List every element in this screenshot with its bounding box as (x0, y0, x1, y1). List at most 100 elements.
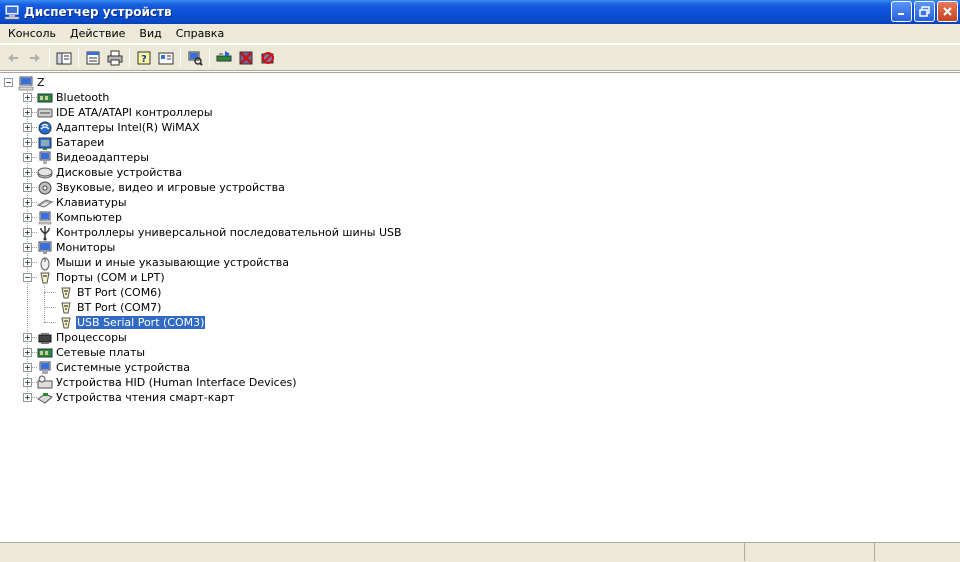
tree-category-item[interactable]: + Адаптеры Intel(R) WiMAX (20, 120, 201, 135)
update-driver-button[interactable] (213, 47, 235, 69)
tree-category-item[interactable]: + Батареи (20, 135, 105, 150)
keyboard-icon (37, 198, 53, 208)
tree-category-item[interactable]: + Процессоры (20, 330, 128, 345)
expand-icon[interactable]: + (23, 348, 32, 357)
tree-device-item-selected[interactable]: USB Serial Port (COM3) (58, 315, 206, 330)
expand-icon[interactable]: + (23, 138, 32, 147)
expand-icon[interactable]: + (23, 93, 32, 102)
tree-connector-line (44, 282, 45, 322)
status-bar (0, 542, 960, 562)
expand-icon[interactable]: + (23, 393, 32, 402)
tree-category-item[interactable]: + Клавиатуры (20, 195, 128, 210)
tree-category-item[interactable]: + Системные устройства (20, 360, 191, 375)
tree-category-item[interactable]: − Порты (COM и LPT) (20, 270, 166, 285)
expand-icon[interactable]: + (23, 168, 32, 177)
properties-button[interactable] (82, 47, 104, 69)
tree-category-label: Звуковые, видео и игровые устройства (56, 181, 285, 194)
expand-icon[interactable]: + (23, 213, 32, 222)
tree-connector-line (32, 382, 37, 383)
tree-category-label: Контроллеры универсальной последовательн… (56, 226, 402, 239)
tree-connector-line (32, 277, 37, 278)
serial-port-icon (61, 287, 71, 298)
disable-device-button[interactable] (235, 47, 257, 69)
expand-icon[interactable]: + (23, 183, 32, 192)
console-tree-icon (56, 52, 72, 64)
expand-icon[interactable]: + (23, 243, 32, 252)
tree-connector-line (32, 262, 37, 263)
tree-category-label: Мыши и иные указывающие устройства (56, 256, 290, 269)
tree-connector-line (32, 172, 37, 173)
expand-icon[interactable]: + (23, 228, 32, 237)
expand-icon[interactable]: + (23, 198, 32, 207)
tree-category-item[interactable]: + Устройства HID (Human Interface Devices… (20, 375, 298, 390)
tree-category-item[interactable]: + Контроллеры универсальной последователь… (20, 225, 403, 240)
usb-controller-icon (40, 225, 50, 240)
tree-category-item[interactable]: + Сетевые платы (20, 345, 146, 360)
tree-category-label: Процессоры (56, 331, 127, 344)
tree-root[interactable]: − Z (4, 75, 46, 90)
tree-category-item[interactable]: + Дисковые устройства (20, 165, 183, 180)
expand-icon[interactable]: + (23, 123, 32, 132)
expand-icon[interactable]: + (23, 153, 32, 162)
close-button[interactable] (937, 1, 958, 22)
menu-action[interactable]: Действие (63, 24, 132, 44)
tree-category-label: Адаптеры Intel(R) WiMAX (56, 121, 200, 134)
tree-category-item[interactable]: + Устройства чтения смарт-карт (20, 390, 236, 405)
expand-icon[interactable]: + (23, 258, 32, 267)
tree-category-label: Батареи (56, 136, 105, 149)
tree-connector-line (44, 307, 56, 308)
menu-help[interactable]: Справка (169, 24, 231, 44)
view-button[interactable] (155, 47, 177, 69)
status-pane (745, 543, 875, 561)
tree-category-label: Устройства HID (Human Interface Devices) (56, 376, 297, 389)
tree-category-item[interactable]: + Bluetooth (20, 90, 110, 105)
expand-icon[interactable]: + (23, 333, 32, 342)
tree-connector-line (32, 397, 37, 398)
collapse-icon[interactable]: − (23, 273, 32, 282)
uninstall-device-icon (261, 51, 274, 64)
tree-connector-line (32, 112, 37, 113)
bluetooth-icon (37, 93, 53, 102)
print-button[interactable] (104, 47, 126, 69)
scan-hardware-button[interactable] (184, 47, 206, 69)
collapse-icon[interactable]: − (4, 78, 13, 87)
device-tree[interactable]: − Z BT Port (COM6) BT Port (COM7) USB Se… (0, 72, 960, 542)
tree-category-item[interactable]: + Мониторы (20, 240, 116, 255)
tree-connector-line (32, 247, 37, 248)
device-manager-icon (4, 5, 20, 20)
device-label: BT Port (COM6) (77, 286, 162, 299)
tree-category-label: Компьютер (56, 211, 122, 224)
back-button[interactable] (2, 47, 24, 69)
menu-view[interactable]: Вид (132, 24, 168, 44)
menu-console[interactable]: Консоль (0, 24, 63, 44)
battery-icon (38, 137, 52, 150)
title-bar[interactable]: Диспетчер устройств (0, 0, 960, 24)
tree-connector-line (32, 187, 37, 188)
tree-connector-line (32, 217, 37, 218)
maximize-button[interactable] (914, 1, 935, 22)
tree-category-label: Мониторы (56, 241, 116, 254)
toolbar-separator (180, 48, 181, 67)
sound-device-icon (38, 181, 52, 194)
forward-button[interactable] (24, 47, 46, 69)
console-tree-button[interactable] (53, 47, 75, 69)
tree-category-item[interactable]: + Видеоадаптеры (20, 150, 150, 165)
uninstall-device-button[interactable] (257, 47, 279, 69)
tree-device-item[interactable]: BT Port (COM6) (58, 285, 162, 300)
tree-category-item[interactable]: + Звуковые, видео и игровые устройства (20, 180, 286, 195)
menu-bar: Консоль Действие Вид Справка (0, 24, 960, 44)
tree-device-item[interactable]: BT Port (COM7) (58, 300, 162, 315)
tree-connector-line (32, 352, 37, 353)
tree-category-item[interactable]: + Компьютер (20, 210, 123, 225)
tree-category-item[interactable]: + IDE ATA/ATAPI контроллеры (20, 105, 214, 120)
tree-category-item[interactable]: + Мыши и иные указывающие устройства (20, 255, 290, 270)
expand-icon[interactable]: + (23, 108, 32, 117)
minimize-button[interactable] (891, 1, 912, 22)
expand-icon[interactable]: + (23, 378, 32, 387)
tree-connector-line (44, 322, 56, 323)
tree-connector-line (32, 202, 37, 203)
help-button[interactable]: ? (133, 47, 155, 69)
tree-category-label: Bluetooth (56, 91, 110, 104)
expand-icon[interactable]: + (23, 363, 32, 372)
tree-category-label: Клавиатуры (56, 196, 127, 209)
